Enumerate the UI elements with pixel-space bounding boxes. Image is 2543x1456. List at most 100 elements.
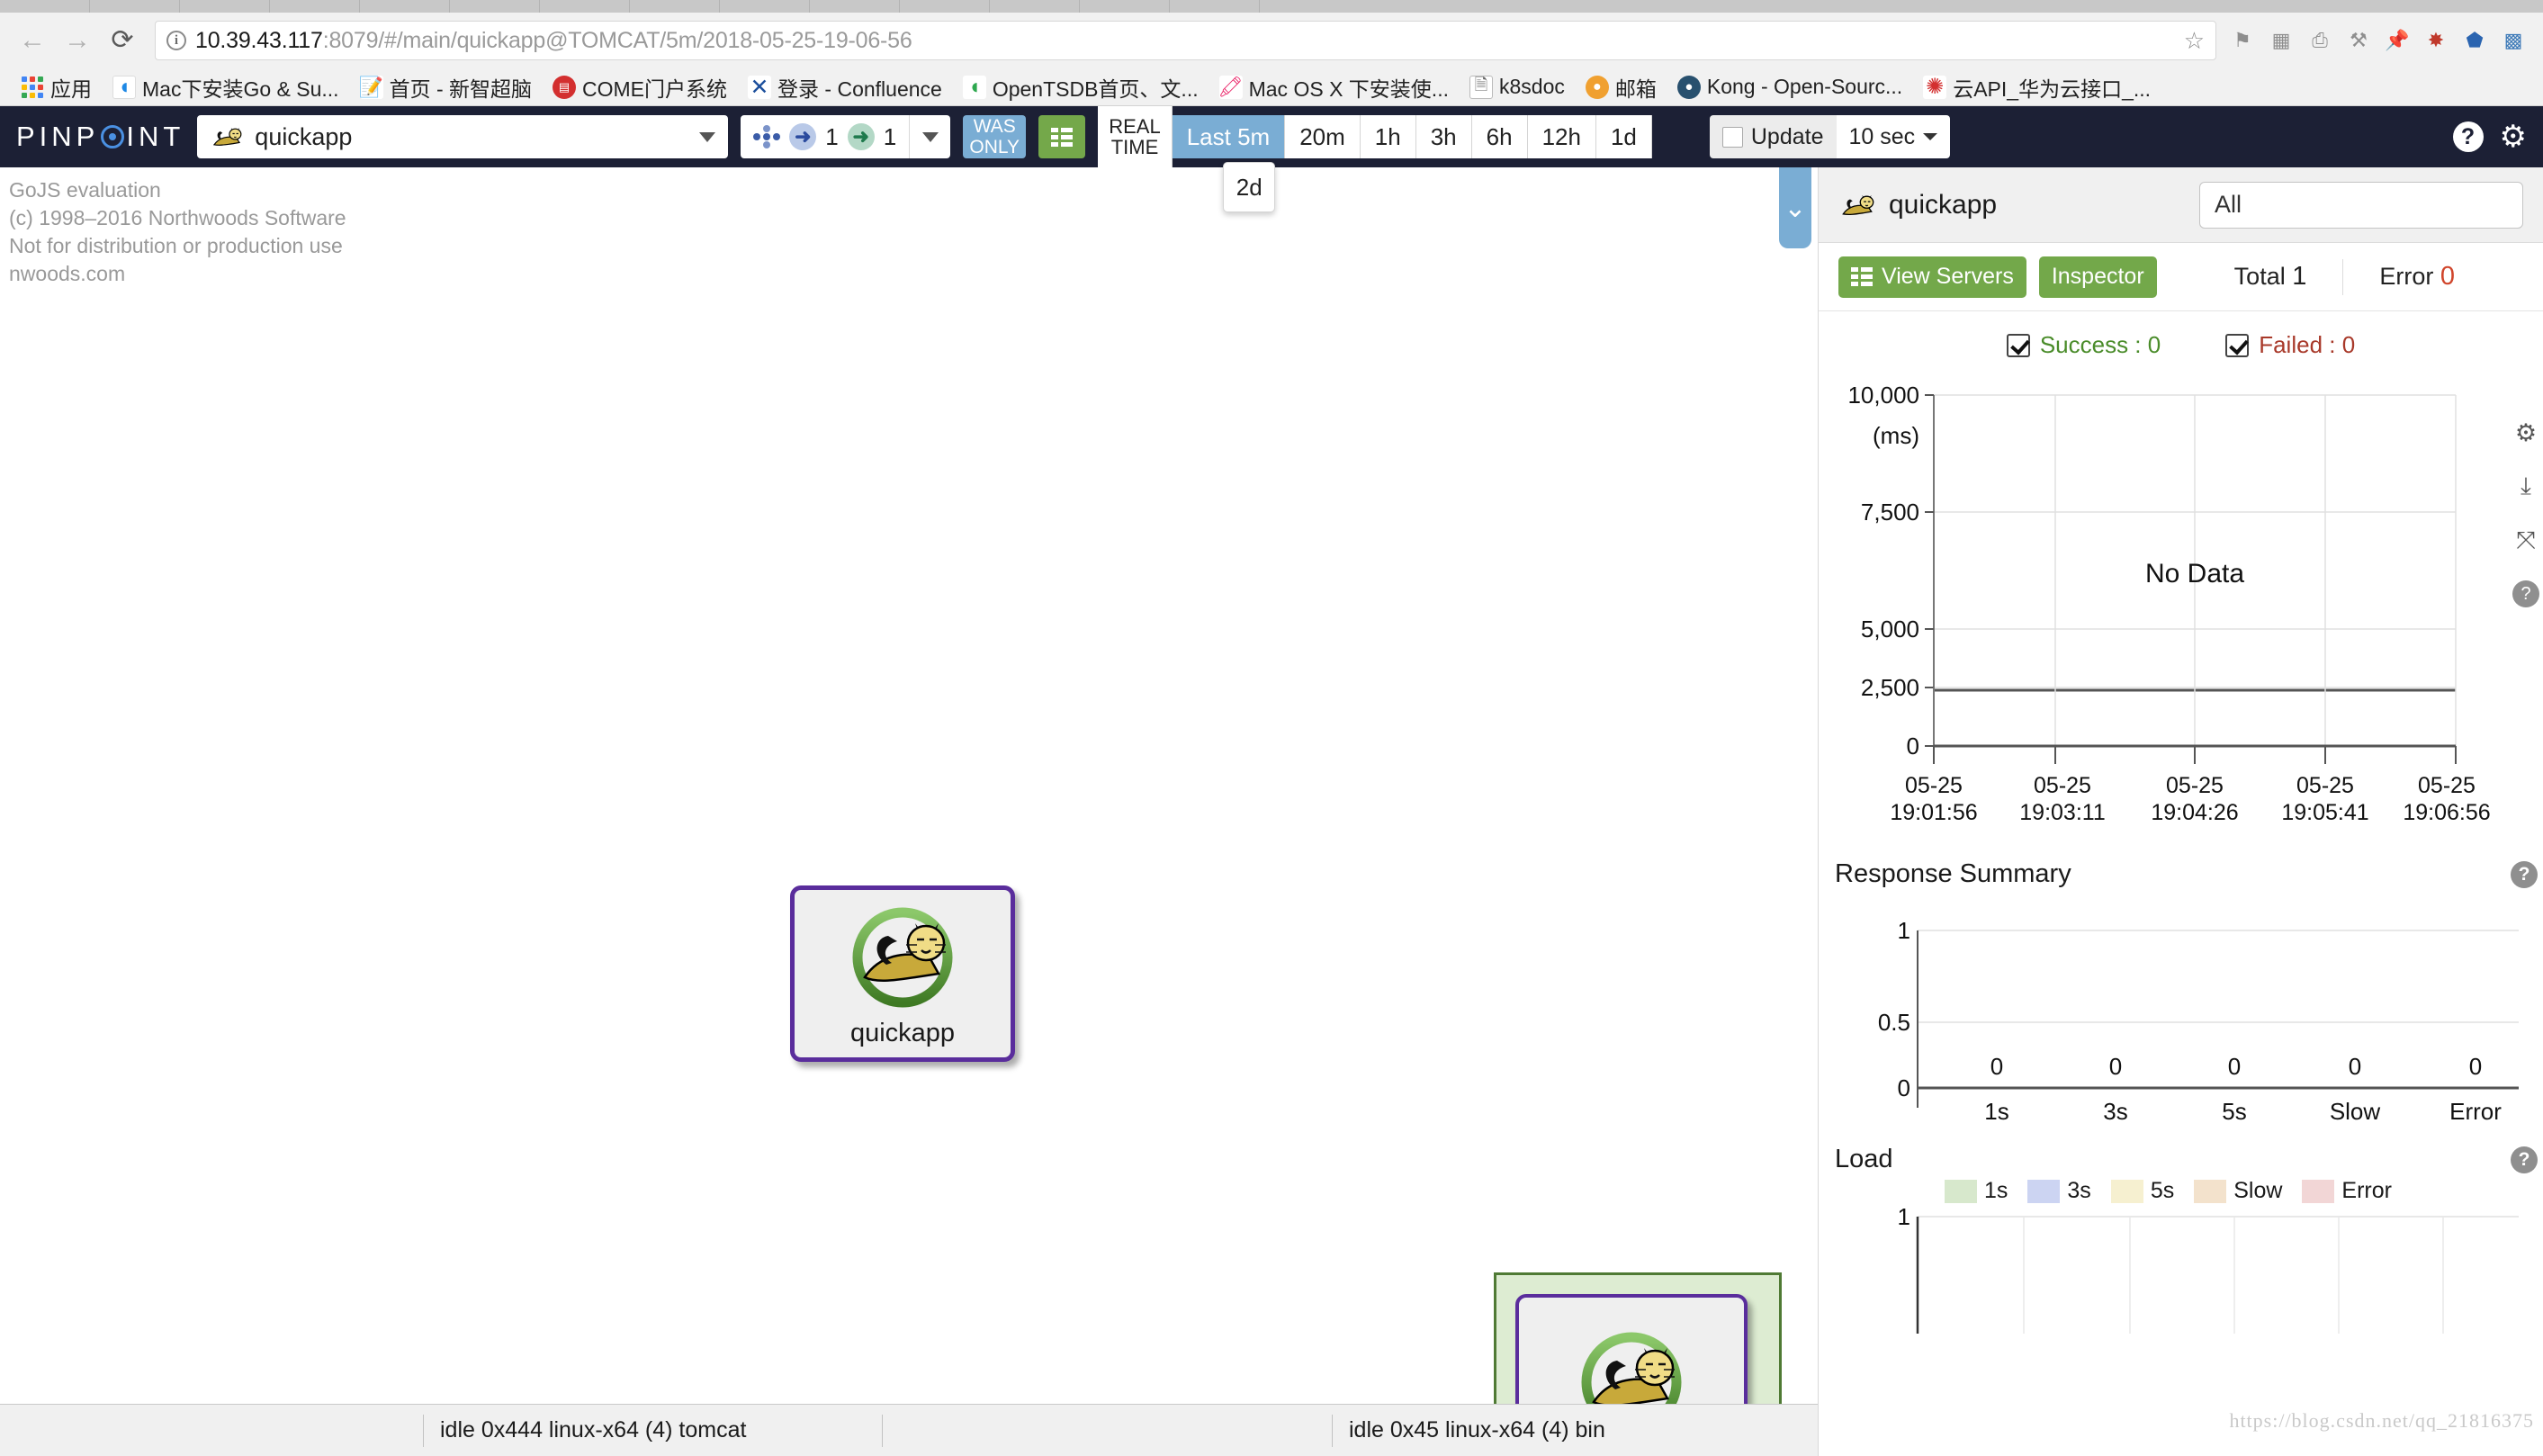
- legend-item[interactable]: 1s: [1945, 1178, 2008, 1204]
- shield-icon[interactable]: ⬟: [2461, 27, 2488, 54]
- pin-icon[interactable]: 📌: [2384, 27, 2411, 54]
- success-checkbox[interactable]: [2006, 333, 2030, 357]
- tab-divider: [270, 0, 360, 13]
- agent-filter-select[interactable]: All: [2199, 181, 2523, 229]
- tab-divider: [0, 0, 90, 13]
- reload-icon[interactable]: ⟳: [103, 21, 142, 60]
- chevron-down-icon: [1923, 133, 1938, 140]
- failed-checkbox-wrap[interactable]: Failed : 0: [2225, 331, 2355, 359]
- monkey-avatar-icon: ●: [1676, 75, 1701, 99]
- tab-20m[interactable]: 20m: [1285, 115, 1361, 158]
- bookmark-come-portal[interactable]: ▤ COME门户系统: [544, 68, 735, 106]
- bookmark-home-xinzhi[interactable]: 📝 首页 - 新智超脑: [352, 68, 540, 106]
- mail-avatar-icon: ●: [1585, 75, 1609, 99]
- help-question-icon[interactable]: ?: [2512, 580, 2539, 607]
- application-select-value: quickapp: [255, 122, 353, 150]
- update-checkbox-wrap[interactable]: Update: [1709, 115, 1837, 158]
- legend-item[interactable]: Slow: [2194, 1178, 2282, 1204]
- y-tick-label: 0: [1898, 1074, 1910, 1101]
- node-count-box[interactable]: ➜ 1 ➜ 1: [741, 115, 951, 158]
- pinpoint-logo[interactable]: PINP INT: [16, 121, 184, 153]
- gear-icon[interactable]: ⚙: [2500, 121, 2527, 152]
- tools-icon[interactable]: ⚒: [2345, 27, 2372, 54]
- response-time-chart[interactable]: 10,000 7,500 5,000 2,500 (ms) 0 No Data …: [1819, 368, 2543, 825]
- bookmark-k8sdoc[interactable]: 🗎 k8sdoc: [1461, 71, 1573, 103]
- legend-item[interactable]: 3s: [2027, 1178, 2091, 1204]
- tab-realtime[interactable]: REAL TIME: [1098, 106, 1173, 167]
- bookmark-star-icon[interactable]: ☆: [2184, 27, 2205, 55]
- scatter-filter-row: Success : 0 Failed : 0: [1819, 311, 2543, 368]
- load-legend: 1s 3s 5s Slow Error: [1819, 1174, 2543, 1204]
- help-question-icon[interactable]: ?: [2452, 121, 2484, 152]
- bar-value-label: 0: [2469, 1053, 2482, 1080]
- list-view-button[interactable]: [1038, 115, 1086, 158]
- blue-circle-icon: ◖: [112, 75, 136, 99]
- legend-label: 1s: [1984, 1178, 2008, 1203]
- bookmark-mail[interactable]: ● 邮箱: [1577, 68, 1665, 106]
- tab-divider: [630, 0, 720, 13]
- inbound-arrow-icon: ➜: [789, 123, 817, 150]
- bookmark-huawei-cloud[interactable]: ✺ 云API_华为云接口_...: [1915, 68, 2159, 106]
- url-text: 10.39.43.117:8079/#/main/quickapp@TOMCAT…: [195, 28, 912, 54]
- info-icon[interactable]: i: [166, 31, 186, 50]
- bar-value-label: 0: [2349, 1053, 2361, 1080]
- puzzle-icon[interactable]: ▩: [2500, 27, 2527, 54]
- node-count-dropdown[interactable]: [909, 115, 950, 158]
- back-arrow-icon[interactable]: ←: [13, 21, 52, 60]
- grid-extension-icon[interactable]: ▦: [2268, 27, 2295, 54]
- application-select[interactable]: quickapp: [197, 115, 729, 158]
- tab-12h[interactable]: 12h: [1527, 115, 1596, 158]
- failed-checkbox[interactable]: [2225, 333, 2250, 357]
- y-tick-label: 1: [1898, 917, 1910, 944]
- panel-collapse-toggle[interactable]: ⌄: [1779, 167, 1811, 248]
- expand-icon[interactable]: ⤧: [2516, 526, 2536, 555]
- help-question-icon[interactable]: ?: [2511, 1146, 2538, 1173]
- help-question-icon[interactable]: ?: [2511, 860, 2538, 888]
- legend-item[interactable]: Error: [2302, 1178, 2392, 1204]
- tab-last-5m[interactable]: Last 5m: [1172, 115, 1286, 158]
- bookmark-opentsdb[interactable]: ◖ OpenTSDB首页、文...: [955, 68, 1207, 106]
- error-stat: Error 0: [2356, 262, 2478, 292]
- legend-item[interactable]: 5s: [2110, 1178, 2174, 1204]
- apps-grid-icon: [21, 76, 44, 99]
- tab-divider: [1080, 0, 1170, 13]
- update-checkbox[interactable]: [1721, 126, 1743, 148]
- error-value: 0: [2440, 262, 2456, 291]
- tab-1h[interactable]: 1h: [1360, 115, 1416, 158]
- forward-arrow-icon[interactable]: →: [58, 21, 97, 60]
- download-icon[interactable]: ⤓: [2521, 472, 2531, 501]
- inspector-button[interactable]: Inspector: [2038, 256, 2157, 298]
- tab-strip[interactable]: [0, 0, 2543, 13]
- view-servers-button[interactable]: View Servers: [1838, 256, 2026, 298]
- inspector-label: Inspector: [2051, 264, 2144, 289]
- success-checkbox-wrap[interactable]: Success : 0: [2006, 331, 2161, 359]
- bookmark-macosx[interactable]: 🖍 Mac OS X 下安装使...: [1211, 68, 1457, 106]
- time-range-dropdown-2d[interactable]: 2d: [1223, 162, 1276, 212]
- detail-panel-header: quickapp All: [1819, 167, 2543, 243]
- tab-divider: [1170, 0, 1260, 13]
- bookmark-apps[interactable]: 应用: [13, 68, 100, 106]
- servermap-node[interactable]: quickapp: [790, 885, 1015, 1062]
- total-value: 1: [2292, 262, 2307, 291]
- wrench-icon[interactable]: ✸: [2422, 27, 2449, 54]
- bookmark-kong[interactable]: ● Kong - Open-Sourc...: [1669, 71, 1910, 103]
- bookmark-confluence[interactable]: ✕ 登录 - Confluence: [740, 68, 950, 106]
- update-interval-select[interactable]: 10 sec: [1836, 115, 1951, 158]
- servermap-canvas[interactable]: GoJS evaluation (c) 1998–2016 Northwoods…: [0, 167, 1818, 1456]
- tab-3h[interactable]: 3h: [1415, 115, 1472, 158]
- bookmark-mac-go[interactable]: ◖ Mac下安装Go & Su...: [104, 68, 347, 106]
- was-only-button[interactable]: WAS ONLY: [963, 115, 1027, 158]
- tab-1d[interactable]: 1d: [1595, 115, 1652, 158]
- response-summary-chart[interactable]: 1 0.5 0 0 0 0 0 0 1s 3s 5s Slow Error: [1819, 889, 2543, 1136]
- detail-panel-title: quickapp: [1889, 189, 1998, 220]
- total-stat: Total 1: [2211, 262, 2331, 292]
- legend-label: Slow: [2233, 1178, 2283, 1203]
- gear-icon[interactable]: ⚙: [2515, 419, 2537, 447]
- printer-icon[interactable]: ⎙: [2306, 27, 2333, 54]
- tomcat-icon: [1842, 194, 1874, 215]
- load-chart[interactable]: 1: [1819, 1204, 2543, 1339]
- flag-icon[interactable]: ⚑: [2229, 27, 2256, 54]
- tab-6h[interactable]: 6h: [1471, 115, 1528, 158]
- bookmark-label: 应用: [50, 76, 92, 101]
- address-bar[interactable]: i 10.39.43.117:8079/#/main/quickapp@TOMC…: [155, 21, 2216, 60]
